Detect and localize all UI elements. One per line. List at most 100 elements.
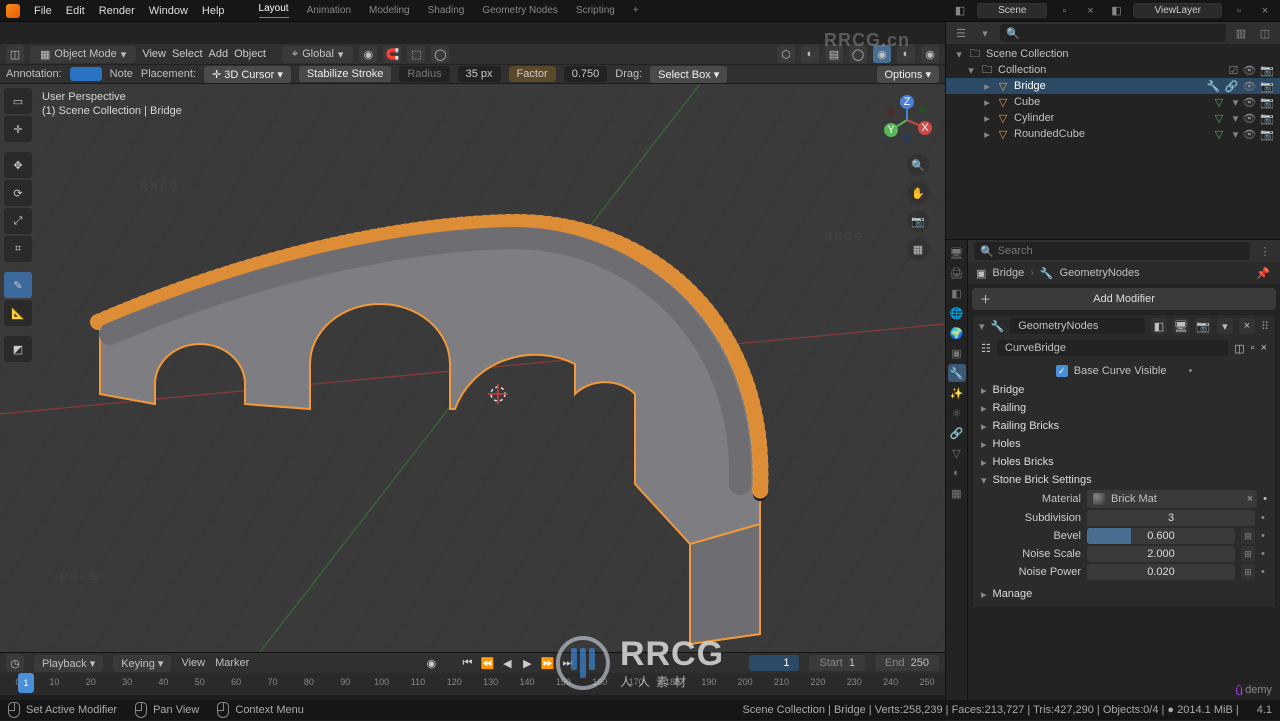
- options-menu[interactable]: Options ▾: [877, 66, 940, 83]
- tree-item-roundedcube[interactable]: ▸ ▽ RoundedCube ▽ ▾👁📷: [946, 126, 1280, 142]
- scene-name-field[interactable]: Scene: [977, 3, 1047, 18]
- nodegroup-name-field[interactable]: CurveBridge: [997, 340, 1228, 356]
- scene-browse-icon[interactable]: ◧: [951, 2, 969, 20]
- autokey-toggle-icon[interactable]: ◉: [423, 655, 439, 671]
- section-holes-bricks[interactable]: ▸Holes Bricks: [973, 453, 1275, 471]
- outliner-editor-icon[interactable]: ☰: [952, 24, 970, 42]
- material-clear-icon[interactable]: ×: [1247, 493, 1253, 505]
- section-stone-brick-settings[interactable]: ▾Stone Brick Settings: [973, 471, 1275, 489]
- hide-toggle-icon[interactable]: 👁: [1242, 128, 1256, 141]
- modifier-header[interactable]: ▾ 🔧 GeometryNodes ◧ 🖥 📷 ▾ × ⠿: [973, 315, 1275, 337]
- hide-toggle-icon[interactable]: 👁: [1242, 96, 1256, 109]
- properties-options-icon[interactable]: ⋮: [1256, 242, 1274, 260]
- disable-render-icon[interactable]: 📷: [1260, 112, 1274, 125]
- tab-scripting[interactable]: Scripting: [576, 5, 615, 16]
- shading-rendered-icon[interactable]: ◉: [921, 45, 939, 63]
- timeline-menu-marker[interactable]: Marker: [215, 657, 249, 669]
- tool-select-box[interactable]: ▭: [4, 88, 32, 114]
- ptab-particles-icon[interactable]: ✨: [948, 384, 966, 402]
- menu-file[interactable]: File: [34, 5, 52, 17]
- tool-move[interactable]: ✥: [4, 152, 32, 178]
- checkbox-checked-icon[interactable]: ✓: [1056, 365, 1068, 377]
- tool-rotate[interactable]: ⟳: [4, 180, 32, 206]
- timeline-ruler[interactable]: 1 01020304050607080901001101201301401501…: [0, 673, 945, 695]
- scene-delete-icon[interactable]: ×: [1081, 2, 1099, 20]
- disable-render-icon[interactable]: 📷: [1260, 64, 1274, 77]
- disable-render-icon[interactable]: 📷: [1260, 128, 1274, 141]
- mod-drag-handle-icon[interactable]: ⠿: [1261, 320, 1269, 333]
- tool-add-primitive[interactable]: ◩: [4, 336, 32, 362]
- ptab-texture-icon[interactable]: ▦: [948, 484, 966, 502]
- exclude-toggle-icon[interactable]: ☑: [1228, 64, 1238, 77]
- ng-new-icon[interactable]: ▫: [1251, 342, 1255, 354]
- tab-modeling[interactable]: Modeling: [369, 5, 410, 16]
- play-icon[interactable]: ▶: [519, 655, 535, 671]
- add-modifier-button[interactable]: ＋ Add Modifier: [972, 288, 1276, 310]
- tool-measure[interactable]: 📐: [4, 300, 32, 326]
- zoom-icon[interactable]: 🔍: [907, 154, 929, 176]
- tool-cursor[interactable]: ✛: [4, 116, 32, 142]
- section-holes[interactable]: ▸Holes: [973, 435, 1275, 453]
- viewport-menu-add[interactable]: Add: [209, 48, 229, 60]
- drag-select[interactable]: Select Box ▾: [650, 66, 727, 83]
- outliner-search[interactable]: 🔍: [1000, 24, 1226, 42]
- factor-value[interactable]: 0.750: [564, 66, 608, 82]
- ng-unlink-icon[interactable]: ×: [1261, 342, 1267, 354]
- tab-geometry-nodes[interactable]: Geometry Nodes: [482, 5, 558, 16]
- proportional-edit-icon[interactable]: ◯: [431, 45, 449, 63]
- navigation-gizmo[interactable]: Y X Z: [881, 94, 933, 146]
- tool-annotate[interactable]: ✎: [4, 272, 32, 298]
- tree-collection[interactable]: ▾ 🗀 Collection ☑👁📷: [946, 62, 1280, 78]
- ptab-object-icon[interactable]: ▣: [948, 344, 966, 362]
- bevel-field[interactable]: 0.600: [1087, 528, 1235, 544]
- mod-show-edit-icon[interactable]: ◧: [1151, 318, 1167, 334]
- scene-new-icon[interactable]: ▫: [1055, 2, 1073, 20]
- timeline-menu-view[interactable]: View: [181, 657, 205, 669]
- ptab-render-icon[interactable]: 🖥: [948, 244, 966, 262]
- tree-scene-collection[interactable]: ▾ 🗀 Scene Collection: [946, 46, 1280, 62]
- radius-value[interactable]: 35 px: [458, 66, 501, 82]
- attribute-toggle-icon[interactable]: ⊞: [1241, 528, 1255, 544]
- mod-extras-icon[interactable]: ▾: [1217, 318, 1233, 334]
- current-frame-field[interactable]: 1: [749, 655, 799, 671]
- section-railing-bricks[interactable]: ▸Railing Bricks: [973, 417, 1275, 435]
- mod-show-render-icon[interactable]: 📷: [1195, 318, 1211, 334]
- orientation-select[interactable]: ⌖Global▾: [282, 46, 354, 63]
- perspective-toggle-icon[interactable]: ▦: [907, 238, 929, 260]
- editor-type-icon[interactable]: ◫: [6, 45, 24, 63]
- hide-toggle-icon[interactable]: 👁: [1242, 112, 1256, 125]
- tab-layout[interactable]: Layout: [259, 3, 289, 18]
- noise-scale-field[interactable]: 2.000: [1087, 546, 1235, 562]
- attribute-toggle-icon[interactable]: ⊞: [1241, 564, 1255, 580]
- end-frame-field[interactable]: End 250: [875, 655, 939, 671]
- noise-power-field[interactable]: 0.020: [1087, 564, 1235, 580]
- outliner-display-mode-icon[interactable]: ▾: [976, 24, 994, 42]
- ptab-constraints-icon[interactable]: 🔗: [948, 424, 966, 442]
- menu-help[interactable]: Help: [202, 5, 225, 17]
- timeline-menu-playback[interactable]: Playback ▾: [34, 655, 103, 672]
- ptab-scene-icon[interactable]: 🌐: [948, 304, 966, 322]
- tab-add[interactable]: +: [633, 5, 639, 16]
- jump-start-icon[interactable]: ⏮: [459, 655, 475, 671]
- hide-toggle-icon[interactable]: 👁: [1242, 80, 1256, 93]
- section-bridge[interactable]: ▸Bridge: [973, 381, 1275, 399]
- ptab-material-icon[interactable]: ◐: [948, 464, 966, 482]
- material-field[interactable]: Brick Mat ×: [1087, 490, 1257, 508]
- overlays-toggle-icon[interactable]: ◐: [801, 45, 819, 63]
- tab-animation[interactable]: Animation: [307, 5, 351, 16]
- breadcrumb-modifier[interactable]: GeometryNodes: [1060, 267, 1140, 279]
- play-reverse-icon[interactable]: ◀: [499, 655, 515, 671]
- properties-search[interactable]: 🔍Search: [974, 242, 1250, 260]
- stabilize-toggle[interactable]: Stabilize Stroke: [299, 66, 391, 82]
- menu-render[interactable]: Render: [99, 5, 135, 17]
- placement-select[interactable]: ✛ 3D Cursor ▾: [204, 66, 291, 83]
- viewport-menu-view[interactable]: View: [142, 48, 166, 60]
- disable-render-icon[interactable]: 📷: [1260, 96, 1274, 109]
- viewlayer-name-field[interactable]: ViewLayer: [1133, 3, 1222, 18]
- pivot-icon[interactable]: ◉: [359, 45, 377, 63]
- section-railing[interactable]: ▸Railing: [973, 399, 1275, 417]
- ptab-modifiers-icon[interactable]: 🔧: [948, 364, 966, 382]
- nodetree-icon[interactable]: ☷: [981, 342, 991, 355]
- jump-prev-key-icon[interactable]: ⏪: [479, 655, 495, 671]
- pin-icon[interactable]: 📌: [1254, 264, 1272, 282]
